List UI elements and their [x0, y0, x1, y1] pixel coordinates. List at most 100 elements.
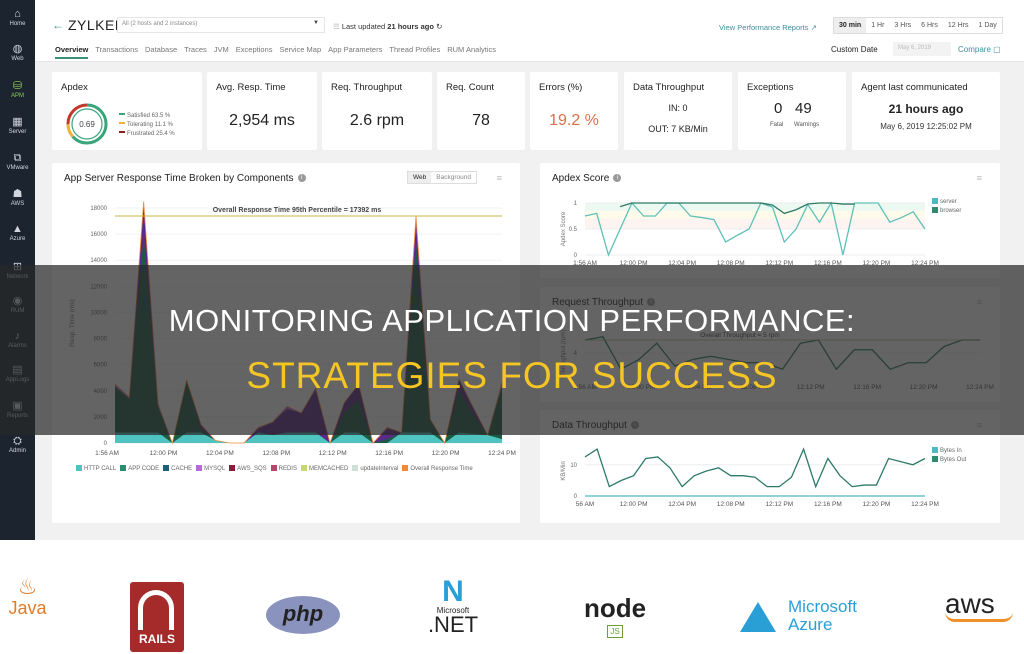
java-logo: ♨ Java: [5, 576, 50, 619]
y-tick-label: 0.5: [569, 227, 578, 233]
view-performance-reports-link[interactable]: View Performance Reports ↗: [719, 23, 817, 32]
tab-traces[interactable]: Traces: [184, 45, 207, 57]
aws-logo: aws: [945, 590, 1024, 622]
dotnet-logo: N Microsoft .NET: [418, 577, 488, 637]
x-tick-label: 12:08 PM: [717, 501, 745, 508]
toggle-background[interactable]: Background: [431, 172, 476, 183]
tab-bar: Overview Transactions Database Traces JVM Exc…: [55, 45, 503, 59]
time-range-30-min[interactable]: 30 min: [834, 18, 867, 33]
fatal-label: Fatal: [770, 122, 784, 128]
legend-item[interactable]: Bytes In: [928, 447, 966, 456]
back-arrow-icon[interactable]: ←: [52, 18, 64, 32]
data-throughput-card: Data Throughput IN: 0 OUT: 7 KB/Min: [624, 72, 732, 150]
agent-card: Agent last communicated 21 hours ago May…: [852, 72, 1000, 150]
tab-jvm[interactable]: JVM: [214, 45, 229, 57]
exceptions-title: Exceptions: [747, 82, 794, 93]
legend-item[interactable]: HTTP CALL: [72, 465, 116, 472]
aws-icon: ☗: [12, 188, 23, 200]
time-range-1-day[interactable]: 1 Day: [974, 18, 1002, 33]
apdex-score: 0.69: [79, 120, 95, 129]
y-tick-label: 14000: [90, 258, 107, 264]
req-throughput-card: Req. Throughput 2.6 rpm: [322, 72, 432, 150]
sidebar-item-home[interactable]: ⌂ Home: [0, 8, 35, 28]
legend-item[interactable]: server: [928, 198, 961, 207]
refresh-icon[interactable]: ↻: [436, 22, 442, 31]
exceptions-card: Exceptions 0 49 Fatal Warnings: [738, 72, 846, 150]
sidebar-item-vmware[interactable]: ⧉ VMware: [0, 152, 35, 172]
legend-label: browser: [940, 208, 962, 214]
nodejs-js-badge: JS: [607, 625, 623, 638]
legend-swatch: [163, 465, 170, 471]
y-tick-label: 16000: [90, 232, 107, 238]
sidebar-item-apm[interactable]: ⛁ APM: [0, 80, 35, 100]
tab-rum-analytics[interactable]: RUM Analytics: [447, 45, 496, 57]
x-tick-label: 12:00 PM: [150, 450, 178, 457]
legend-swatch: [229, 465, 236, 471]
time-range-1-hr[interactable]: 1 Hr: [866, 18, 889, 33]
host-select[interactable]: All (2 hosts and 2 instances) ▼: [117, 17, 325, 33]
time-range-6-hrs[interactable]: 6 Hrs: [916, 18, 943, 33]
sidebar-item-admin[interactable]: ⛭ Admin: [0, 435, 35, 455]
req-count-title: Req. Count: [446, 82, 495, 93]
overlay-title-line2: STRATEGIES FOR SUCCESS: [246, 355, 778, 396]
panel-menu-icon[interactable]: ≡: [497, 173, 502, 183]
sidebar-item-web[interactable]: ◍ Web: [0, 43, 35, 63]
req-count-card: Req. Count 78: [437, 72, 525, 150]
tab-thread-profiles[interactable]: Thread Profiles: [389, 45, 440, 57]
legend-label: REDIS: [278, 466, 297, 472]
errors-title: Errors (%): [539, 82, 583, 93]
toggle-web[interactable]: Web: [408, 172, 432, 183]
apdex-score-title: Apdex Score i: [552, 173, 622, 184]
info-icon[interactable]: i: [297, 174, 306, 183]
time-range-3-hrs[interactable]: 3 Hrs: [889, 18, 916, 33]
response-time-title-text: App Server Response Time Broken by Compo…: [64, 173, 294, 184]
menu-lines-icon: ☰: [333, 22, 342, 31]
legend-item[interactable]: MYSQL: [192, 465, 225, 472]
last-updated: ☰ Last updated 21 hours ago ↻: [333, 22, 442, 31]
req-throughput-title: Req. Throughput: [331, 82, 403, 93]
data-out-value: OUT: 7 KB/Min: [648, 124, 708, 134]
tab-transactions[interactable]: Transactions: [95, 45, 138, 57]
tab-database[interactable]: Database: [145, 45, 177, 57]
legend-item[interactable]: CACHE: [159, 465, 192, 472]
x-tick-label: 12:20 PM: [432, 450, 460, 457]
time-range-12-hrs[interactable]: 12 Hrs: [943, 18, 974, 33]
fatal-count: 0: [774, 100, 783, 117]
legend-swatch: [196, 465, 203, 471]
apdex-title: Apdex: [61, 82, 88, 93]
y-tick-label: 0: [574, 253, 578, 259]
sidebar-item-aws[interactable]: ☗ AWS: [0, 188, 35, 208]
tab-app-parameters[interactable]: App Parameters: [328, 45, 382, 57]
tab-service-map[interactable]: Service Map: [279, 45, 321, 57]
globe-icon: ◍: [12, 43, 23, 55]
legend-item[interactable]: AWS_SQS: [225, 465, 267, 472]
y-tick-label: 10: [570, 463, 577, 469]
sidebar-item-server[interactable]: ▦ Server: [0, 116, 35, 136]
sidebar-item-azure[interactable]: ▲ Azure: [0, 223, 35, 243]
web-background-toggle: Web Background: [407, 171, 477, 184]
tab-exceptions[interactable]: Exceptions: [236, 45, 273, 57]
compare-button[interactable]: Compare ▢: [958, 45, 1001, 54]
last-updated-label: Last updated: [341, 22, 386, 31]
legend-item[interactable]: Overall Response Time: [398, 465, 473, 472]
legend-item[interactable]: browser: [928, 207, 961, 216]
legend-item[interactable]: APP CODE: [116, 465, 159, 472]
azure-triangle-icon: [740, 602, 776, 632]
series-bytes-out-line: [584, 447, 926, 489]
warnings-count: 49: [795, 100, 812, 117]
y-tick-label: 1: [574, 201, 578, 207]
java-cup-icon: ♨: [17, 574, 38, 599]
agent-title: Agent last communicated: [861, 82, 968, 93]
legend-item[interactable]: updateInterval: [348, 465, 398, 472]
legend-item[interactable]: MEMCACHED: [297, 465, 348, 472]
panel-menu-icon[interactable]: ≡: [977, 173, 982, 183]
legend-item[interactable]: REDIS: [267, 465, 297, 472]
legend-swatch: [120, 465, 127, 471]
y-tick-label: 0: [574, 494, 578, 500]
legend-item[interactable]: Bytes Out: [928, 456, 966, 465]
tab-overview[interactable]: Overview: [55, 45, 89, 59]
time-range-selector: 30 min 1 Hr 3 Hrs 6 Hrs 12 Hrs 1 Day: [833, 17, 1003, 34]
dotnet-logo-bottom: .NET: [427, 612, 479, 637]
info-icon[interactable]: i: [613, 174, 622, 183]
custom-date-input[interactable]: May 6, 2019: [893, 42, 951, 56]
